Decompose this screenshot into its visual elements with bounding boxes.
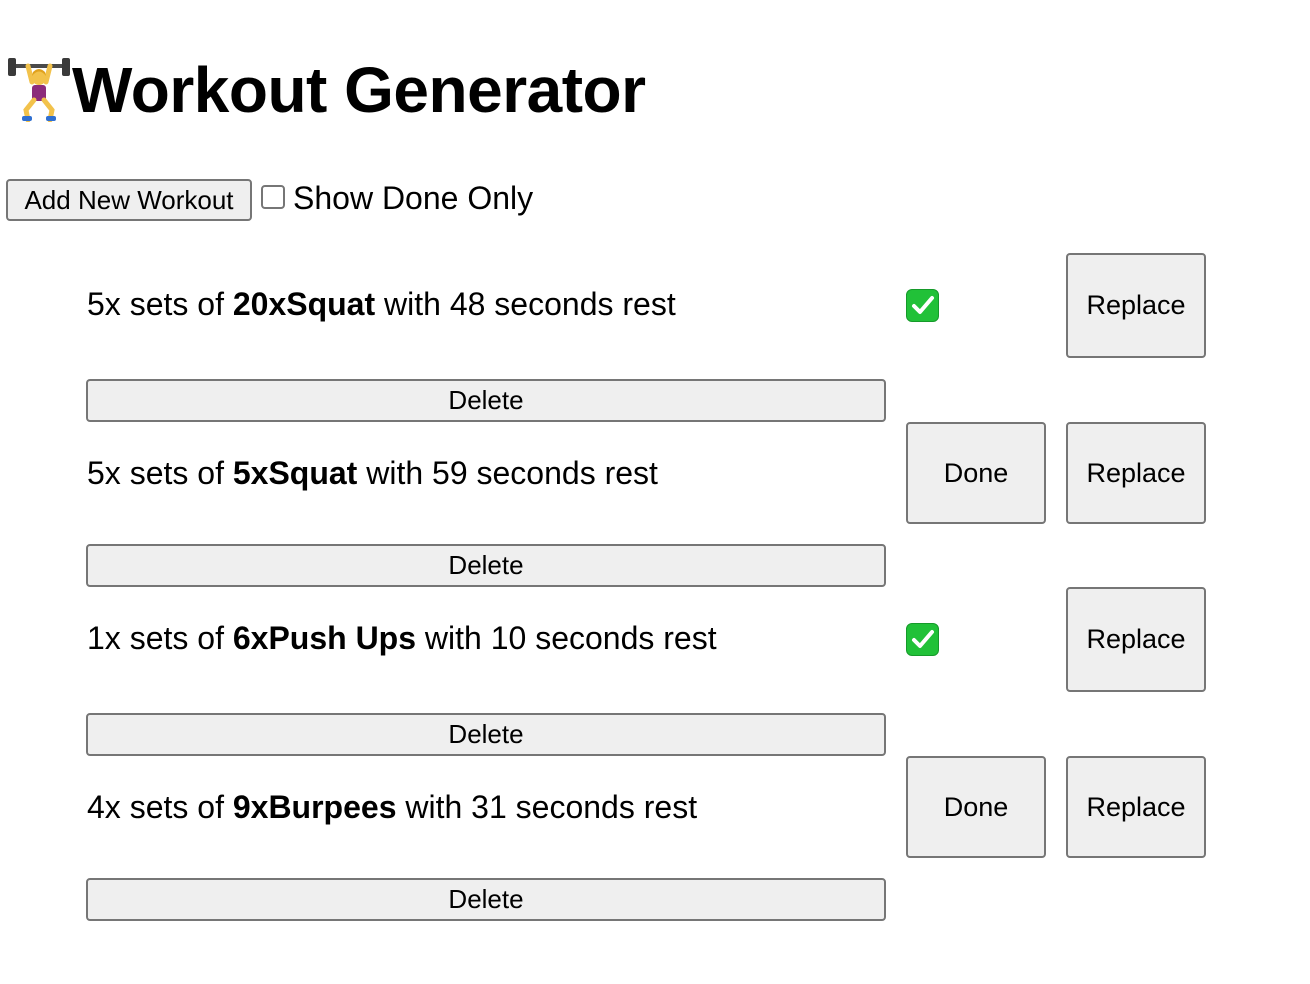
workout-description: 5x sets of 20xSquat with 48 seconds rest (87, 286, 676, 323)
toolbar: Add New Workout Show Done Only (6, 179, 533, 221)
workout-description: 1x sets of 6xPush Ups with 10 seconds re… (87, 620, 717, 657)
replace-button[interactable]: Replace (1066, 253, 1206, 358)
show-done-only-checkbox[interactable] (261, 185, 285, 209)
page-title: Workout Generator (8, 54, 646, 126)
workout-description: 4x sets of 9xBurpees with 31 seconds res… (87, 789, 697, 826)
workout-sets: 4x sets of (87, 789, 233, 825)
delete-button[interactable]: Delete (86, 544, 886, 587)
page-title-text: Workout Generator (72, 54, 646, 126)
workout-sets: 1x sets of (87, 620, 233, 656)
workout-exercise: 20xSquat (232, 286, 376, 322)
delete-button[interactable]: Delete (86, 379, 886, 422)
done-button[interactable]: Done (906, 422, 1046, 524)
add-new-workout-button[interactable]: Add New Workout (6, 179, 252, 221)
workout-sets: 5x sets of (87, 286, 233, 322)
workout-exercise: 5xSquat (232, 455, 358, 491)
workout-rest: with 59 seconds rest (357, 455, 658, 491)
done-check-icon (906, 289, 939, 322)
workout-rest: with 10 seconds rest (416, 620, 717, 656)
workout-rest: with 31 seconds rest (396, 789, 698, 825)
workout-sets: 5x sets of (87, 455, 233, 491)
workout-exercise: 9xBurpees (232, 789, 397, 825)
workout-description: 5x sets of 5xSquat with 59 seconds rest (87, 455, 658, 492)
replace-button[interactable]: Replace (1066, 756, 1206, 858)
show-done-only-label[interactable]: Show Done Only (293, 180, 533, 217)
workout-rest: with 48 seconds rest (375, 286, 676, 322)
weight-lifter-icon (8, 58, 70, 123)
replace-button[interactable]: Replace (1066, 422, 1206, 524)
done-button[interactable]: Done (906, 756, 1046, 858)
delete-button[interactable]: Delete (86, 878, 886, 921)
replace-button[interactable]: Replace (1066, 587, 1206, 692)
delete-button[interactable]: Delete (86, 713, 886, 756)
done-check-icon (906, 623, 939, 656)
workout-exercise: 6xPush Ups (232, 620, 417, 656)
